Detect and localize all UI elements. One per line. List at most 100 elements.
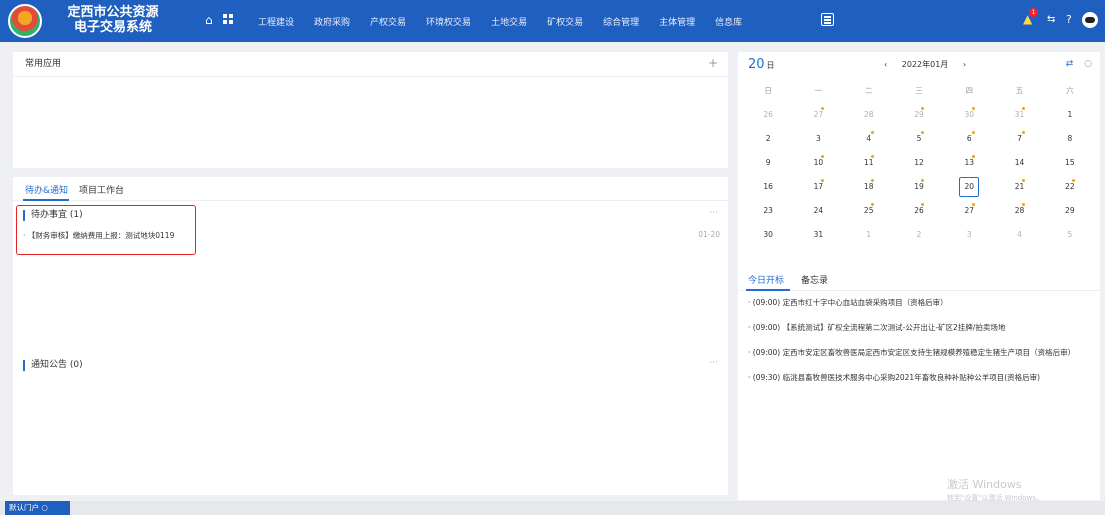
calendar-day-number: 9 <box>765 158 771 167</box>
event-dot-icon <box>820 155 824 158</box>
calendar-day[interactable]: 2 <box>894 223 944 247</box>
notice-more-icon[interactable]: ··· <box>709 358 718 368</box>
calendar-day[interactable]: 17 <box>793 175 843 199</box>
nav-item-environment[interactable]: 环境权交易 <box>426 15 471 28</box>
calendar-day[interactable]: 16 <box>743 175 793 199</box>
next-month-button[interactable]: › <box>963 60 966 69</box>
calendar-day[interactable]: 24 <box>793 199 843 223</box>
calendar-day[interactable]: 4 <box>844 127 894 151</box>
calendar-day-number: 30 <box>763 230 773 239</box>
nav-item-engineering[interactable]: 工程建设 <box>258 15 294 28</box>
calendar-day[interactable]: 28 <box>844 103 894 127</box>
calendar-day[interactable]: 31 <box>793 223 843 247</box>
calendar-day[interactable]: 27 <box>793 103 843 127</box>
nav-item-general[interactable]: 综合管理 <box>603 15 639 28</box>
calendar-day[interactable]: 27 <box>944 199 994 223</box>
tab-memo[interactable]: 备忘录 <box>801 273 828 286</box>
today-icon[interactable]: ⇄ <box>1066 59 1074 69</box>
calendar-day[interactable]: 4 <box>994 223 1044 247</box>
bid-item[interactable]: · (09:30) 临洮县畜牧兽医技术服务中心采购2021年畜牧良种补贴种公羊项… <box>748 372 1093 383</box>
calendar-day-number: 20 <box>959 177 980 197</box>
calendar-day[interactable]: 10 <box>793 151 843 175</box>
calendar-day[interactable]: 11 <box>844 151 894 175</box>
apps-grid-icon[interactable] <box>223 14 233 24</box>
help-icon[interactable]: ? <box>1066 13 1072 26</box>
calendar-day[interactable]: 7 <box>994 127 1044 151</box>
calendar-day[interactable]: 29 <box>1045 199 1095 223</box>
calendar-day[interactable]: 1 <box>844 223 894 247</box>
avatar[interactable] <box>1082 12 1098 28</box>
calendar-day[interactable]: 5 <box>894 127 944 151</box>
tab-todo-notice[interactable]: 待办&通知 <box>25 183 68 196</box>
nav-item-entity[interactable]: 主体管理 <box>659 15 695 28</box>
calendar-day-number: 29 <box>1065 206 1075 215</box>
calendar-week-row: 16 17 18 19 20 21 22 <box>743 175 1095 199</box>
bid-item[interactable]: · (09:00) 定西市安定区畜牧兽医局定西市安定区支持生猪规模养殖稳定生猪生… <box>748 347 1093 358</box>
calendar-day[interactable]: 3 <box>793 127 843 151</box>
calendar-day[interactable]: 15 <box>1045 151 1095 175</box>
calendar-day[interactable]: 30 <box>944 103 994 127</box>
bid-item[interactable]: · (09:00) 【系统测试】矿权全流程第二次测试-公开出让-矿区2挂牌/拍卖… <box>748 322 1093 333</box>
calendar-day-today[interactable]: 20 <box>944 175 994 199</box>
calendar-weekday: 五 <box>1015 86 1024 95</box>
calendar-day-number: 3 <box>966 230 972 239</box>
calendar-day-number: 27 <box>964 206 975 215</box>
pending-more-icon[interactable]: ··· <box>709 208 718 218</box>
calendar-day[interactable]: 30 <box>743 223 793 247</box>
calendar-day-number: 2 <box>765 134 771 143</box>
nav-item-land[interactable]: 土地交易 <box>491 15 527 28</box>
calendar-day[interactable]: 12 <box>894 151 944 175</box>
tab-project-workbench[interactable]: 项目工作台 <box>79 183 124 196</box>
calendar-day[interactable]: 8 <box>1045 127 1095 151</box>
calendar-day[interactable]: 25 <box>844 199 894 223</box>
windows-watermark: 激活 Windows 转到"设置"以激活 Windows。 <box>947 476 1043 503</box>
calendar-day-number: 16 <box>763 182 773 191</box>
refresh-icon[interactable]: ○ <box>1084 59 1092 69</box>
calendar-day-number: 3 <box>816 134 821 143</box>
calendar-day[interactable]: 21 <box>994 175 1044 199</box>
calendar-day-number: 22 <box>1065 182 1075 191</box>
calendar-day[interactable]: 23 <box>743 199 793 223</box>
event-dot-icon <box>820 107 824 110</box>
calendar-day[interactable]: 1 <box>1045 103 1095 127</box>
nav-item-database[interactable]: 信息库 <box>715 15 742 28</box>
calendar-day-number: 12 <box>914 158 924 167</box>
calendar-day[interactable]: 6 <box>944 127 994 151</box>
app-title-line2: 电子交易系统 <box>73 20 152 35</box>
menu-icon[interactable] <box>821 13 834 26</box>
calendar-day[interactable]: 26 <box>743 103 793 127</box>
calendar-day[interactable]: 26 <box>894 199 944 223</box>
logo <box>8 4 42 38</box>
prev-month-button[interactable]: ‹ <box>884 60 887 69</box>
calendar-day-number: 8 <box>1067 134 1073 143</box>
calendar-week-row: 9 10 11 12 13 14 15 <box>743 151 1095 175</box>
calendar-day[interactable]: 22 <box>1045 175 1095 199</box>
notification-badge: 1 <box>1029 8 1038 17</box>
calendar-day-number: 14 <box>1014 158 1025 167</box>
calendar-day[interactable]: 18 <box>844 175 894 199</box>
calendar-day[interactable]: 19 <box>894 175 944 199</box>
calendar-day[interactable]: 28 <box>994 199 1044 223</box>
active-tab-indicator <box>23 199 69 201</box>
default-portal-button[interactable]: 默认门户 ○ <box>5 501 70 515</box>
bid-item[interactable]: · (09:00) 定西市红十字中心血站血袋采购项目（资格后审） <box>748 297 1093 308</box>
swap-icon[interactable]: ⇆ <box>1047 14 1055 25</box>
calendar-day[interactable]: 2 <box>743 127 793 151</box>
calendar-week-row: 26 27 28 29 30 31 1 <box>743 103 1095 127</box>
tab-today-bids[interactable]: 今日开标 <box>748 273 784 286</box>
calendar-day[interactable]: 14 <box>994 151 1044 175</box>
nav-item-property[interactable]: 产权交易 <box>370 15 406 28</box>
add-app-icon[interactable]: + <box>708 56 718 70</box>
home-icon[interactable]: ⌂ <box>205 13 213 27</box>
top-header: 定西市公共资源 电子交易系统 ⌂ 工程建设 政府采购 产权交易 环境权交易 土地… <box>0 0 1105 42</box>
calendar-day[interactable]: 5 <box>1045 223 1095 247</box>
nav-item-mining[interactable]: 矿权交易 <box>547 15 583 28</box>
calendar-day[interactable]: 31 <box>994 103 1044 127</box>
calendar-day-number: 7 <box>1017 134 1022 143</box>
calendar-day[interactable]: 13 <box>944 151 994 175</box>
calendar-day[interactable]: 29 <box>894 103 944 127</box>
calendar-day[interactable]: 9 <box>743 151 793 175</box>
calendar-month-label: 2022年01月 <box>901 60 949 69</box>
calendar-day[interactable]: 3 <box>944 223 994 247</box>
nav-item-procurement[interactable]: 政府采购 <box>314 15 350 28</box>
